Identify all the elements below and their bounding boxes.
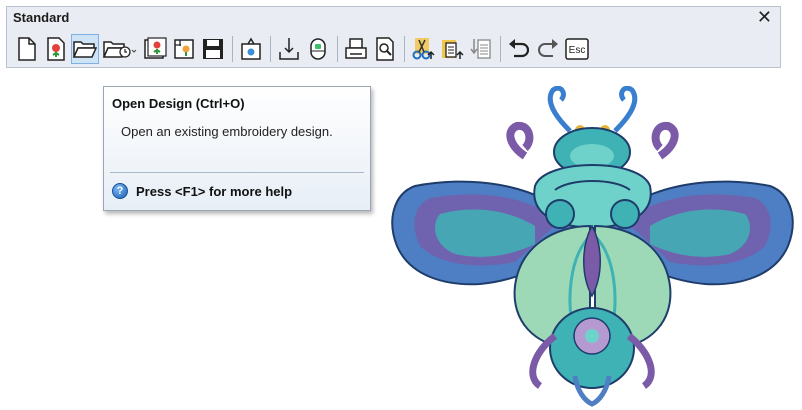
toolbar-separator: [232, 36, 233, 62]
toolbar-separator: [337, 36, 338, 62]
escape-button[interactable]: Esc: [563, 34, 591, 64]
left-antenna: [547, 86, 572, 133]
scissors-icon: [412, 38, 435, 60]
esc-label: Esc: [569, 45, 586, 56]
tooltip-title: Open Design (Ctrl+O): [112, 96, 245, 111]
undo-icon: [509, 39, 530, 58]
export-button[interactable]: [237, 34, 265, 64]
usb-icon: [310, 38, 326, 60]
send-to-machine-button[interactable]: [304, 34, 332, 64]
copy-icon: [442, 40, 464, 59]
tooltip-help: ? Press <F1> for more help: [112, 183, 292, 199]
document-icon: [18, 37, 36, 61]
new-from-template-button[interactable]: [42, 34, 70, 64]
print-button[interactable]: [342, 34, 370, 64]
new-design-button[interactable]: [13, 34, 41, 64]
tooltip-divider: [110, 172, 364, 173]
standard-toolbar: Standard ✕ Esc: [6, 6, 781, 68]
tooltip-description: Open an existing embroidery design.: [121, 124, 333, 139]
toolbar-separator: [500, 36, 501, 62]
open-design-button[interactable]: [71, 34, 99, 64]
undo-button[interactable]: [505, 34, 533, 64]
export-icon: [241, 37, 261, 60]
toolbar-title: Standard: [13, 10, 70, 25]
write-down-icon: [279, 38, 299, 60]
folder-open-icon: [73, 41, 97, 58]
preview-icon: [376, 37, 394, 61]
cut-button[interactable]: [409, 34, 437, 64]
redo-icon: [538, 39, 558, 57]
save-button[interactable]: [199, 34, 227, 64]
left-curl: [506, 121, 534, 160]
insert-design-icon: [174, 39, 194, 59]
paste-icon: [470, 39, 491, 59]
help-icon: ?: [112, 183, 128, 199]
floppy-disk-icon: [203, 39, 223, 59]
flower-document-icon: [47, 37, 65, 61]
design-library-button[interactable]: [141, 34, 169, 64]
insert-design-button[interactable]: [170, 34, 198, 64]
flower-library-icon: [144, 37, 167, 59]
right-antenna: [613, 86, 638, 133]
tooltip: Open Design (Ctrl+O) Open an existing em…: [103, 86, 371, 211]
recent-designs-button[interactable]: [100, 34, 140, 64]
printer-icon: [345, 38, 367, 59]
toolbar-separator: [270, 36, 271, 62]
toolbar-separator: [404, 36, 405, 62]
embroidery-design-preview: [391, 86, 794, 407]
write-to-card-button[interactable]: [275, 34, 303, 64]
paste-button[interactable]: [467, 34, 495, 64]
esc-icon: Esc: [565, 38, 589, 60]
close-icon[interactable]: ✕: [757, 7, 772, 28]
redo-button[interactable]: [534, 34, 562, 64]
print-preview-button[interactable]: [371, 34, 399, 64]
toolbar-buttons: Esc: [13, 33, 592, 65]
right-curl: [651, 121, 679, 160]
copy-button[interactable]: [438, 34, 466, 64]
tooltip-help-text: Press <F1> for more help: [136, 183, 293, 199]
folder-clock-icon: [103, 41, 137, 58]
